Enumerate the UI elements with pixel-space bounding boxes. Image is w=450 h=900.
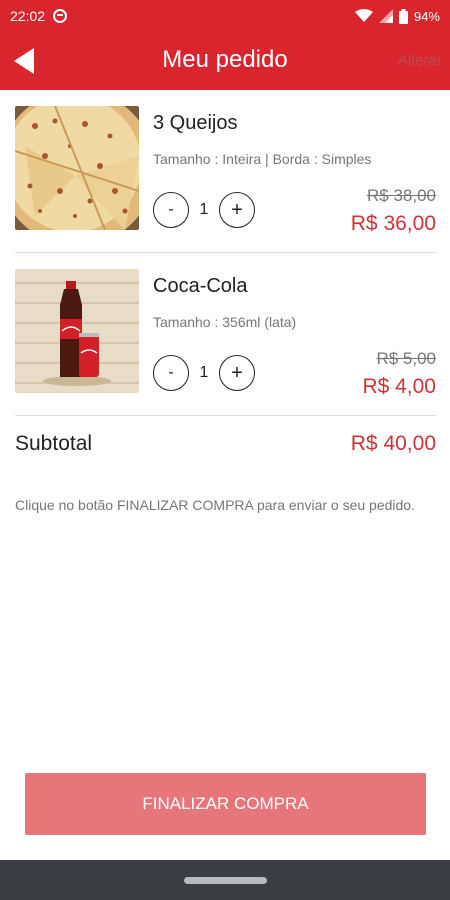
quantity-value: 1 bbox=[199, 201, 209, 218]
finalize-order-button[interactable]: FINALIZAR COMPRA bbox=[25, 773, 426, 835]
subtotal-label: Subtotal bbox=[15, 432, 93, 455]
signal-icon bbox=[378, 9, 393, 23]
home-handle[interactable] bbox=[184, 877, 267, 884]
decrease-button[interactable]: - bbox=[153, 355, 189, 391]
divider bbox=[15, 415, 436, 416]
wifi-icon bbox=[354, 9, 373, 22]
pizza-image bbox=[15, 106, 139, 230]
old-price: R$ 5,00 bbox=[376, 349, 436, 368]
quantity-value: 1 bbox=[199, 364, 209, 381]
cart-item: Coca-Cola Tamanho : 356ml (lata) - 1 + R… bbox=[15, 269, 436, 398]
instruction-text: Clique no botão FINALIZAR COMPRA para en… bbox=[15, 497, 415, 513]
divider bbox=[15, 252, 436, 253]
increase-button[interactable]: + bbox=[219, 192, 255, 228]
item-details: Tamanho : 356ml (lata) bbox=[153, 314, 297, 330]
edit-button[interactable]: Alterar bbox=[398, 52, 442, 69]
item-price: R$ 36,00 bbox=[350, 212, 436, 235]
coca-cola-image bbox=[15, 269, 139, 393]
status-icons: 94% bbox=[354, 8, 440, 24]
status-time: 22:02 bbox=[10, 8, 46, 24]
item-price: R$ 4,00 bbox=[362, 375, 436, 398]
cart-item: 3 Queijos Tamanho : Inteira | Borda : Si… bbox=[15, 106, 436, 235]
decrease-button[interactable]: - bbox=[153, 192, 189, 228]
page-title: Meu pedido bbox=[162, 46, 288, 73]
battery-level: 94% bbox=[413, 8, 440, 24]
status-bar: 22:02 94% bbox=[0, 0, 450, 32]
subtotal-value: R$ 40,00 bbox=[350, 432, 436, 455]
system-nav-bar bbox=[0, 860, 450, 900]
quantity-stepper: - 1 + bbox=[153, 192, 255, 228]
increase-button[interactable]: + bbox=[219, 355, 255, 391]
item-name: 3 Queijos bbox=[153, 112, 238, 134]
item-details: Tamanho : Inteira | Borda : Simples bbox=[153, 151, 372, 167]
app-bar: Meu pedido Alterar bbox=[0, 32, 450, 90]
quantity-stepper: - 1 + bbox=[153, 355, 255, 391]
old-price: R$ 38,00 bbox=[367, 186, 436, 205]
battery-icon bbox=[398, 8, 408, 24]
item-name: Coca-Cola bbox=[153, 275, 248, 297]
spotify-icon bbox=[53, 9, 68, 23]
